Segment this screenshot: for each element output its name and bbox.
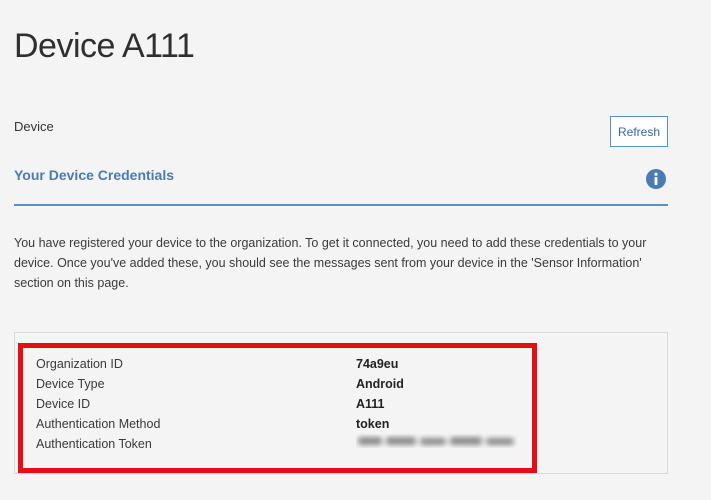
page-title: Device A111 [14, 27, 195, 65]
device-section-label: Device [14, 119, 54, 134]
info-icon[interactable] [645, 168, 667, 190]
highlight-box [18, 343, 537, 473]
heading-divider [14, 204, 668, 206]
refresh-button[interactable]: Refresh [610, 116, 668, 147]
credentials-heading: Your Device Credentials [14, 167, 175, 183]
credentials-description: You have registered your device to the o… [14, 236, 647, 290]
